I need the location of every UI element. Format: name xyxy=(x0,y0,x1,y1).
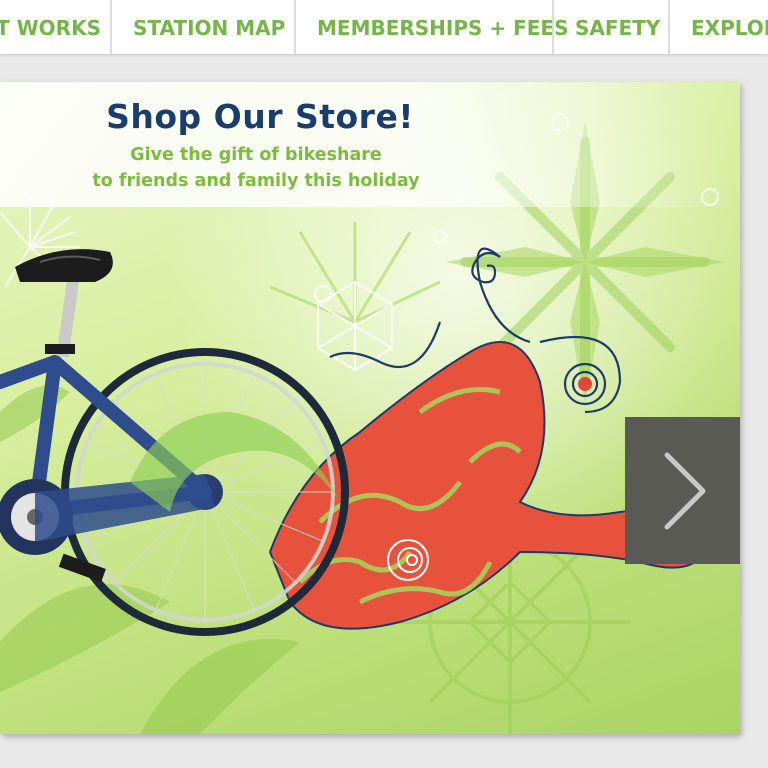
nav-item-safety[interactable]: SAFETY xyxy=(575,0,660,54)
nav-item-explore[interactable]: EXPLOR xyxy=(691,0,768,54)
snowflake-decoration xyxy=(317,280,393,372)
nav-item-memberships-fees[interactable]: MEMBERSHIPS + FEES xyxy=(317,0,569,54)
banner-subtitle-line: Give the gift of bikeshare xyxy=(130,145,382,165)
banner-subtitle-line: to friends and family this holiday xyxy=(92,171,420,191)
carousel-next-button[interactable] xyxy=(625,417,740,564)
chevron-right-icon xyxy=(664,452,706,530)
promo-banner[interactable]: Shop Our Store! Give the gift of bikesha… xyxy=(0,82,740,734)
nav-item-station-map[interactable]: STATION MAP xyxy=(133,0,285,54)
banner-subtitle: Give the gift of bikeshare to friends an… xyxy=(60,142,452,194)
nav-item-how-it-works[interactable]: T WORKS xyxy=(0,0,101,54)
nav-divider xyxy=(110,0,112,54)
banner-title: Shop Our Store! xyxy=(106,97,414,136)
nav-divider xyxy=(668,0,670,54)
nav-divider xyxy=(294,0,296,54)
nav-divider xyxy=(552,0,554,54)
main-nav: T WORKS STATION MAP MEMBERSHIPS + FEES S… xyxy=(0,0,768,55)
swirl-dot xyxy=(578,377,592,391)
